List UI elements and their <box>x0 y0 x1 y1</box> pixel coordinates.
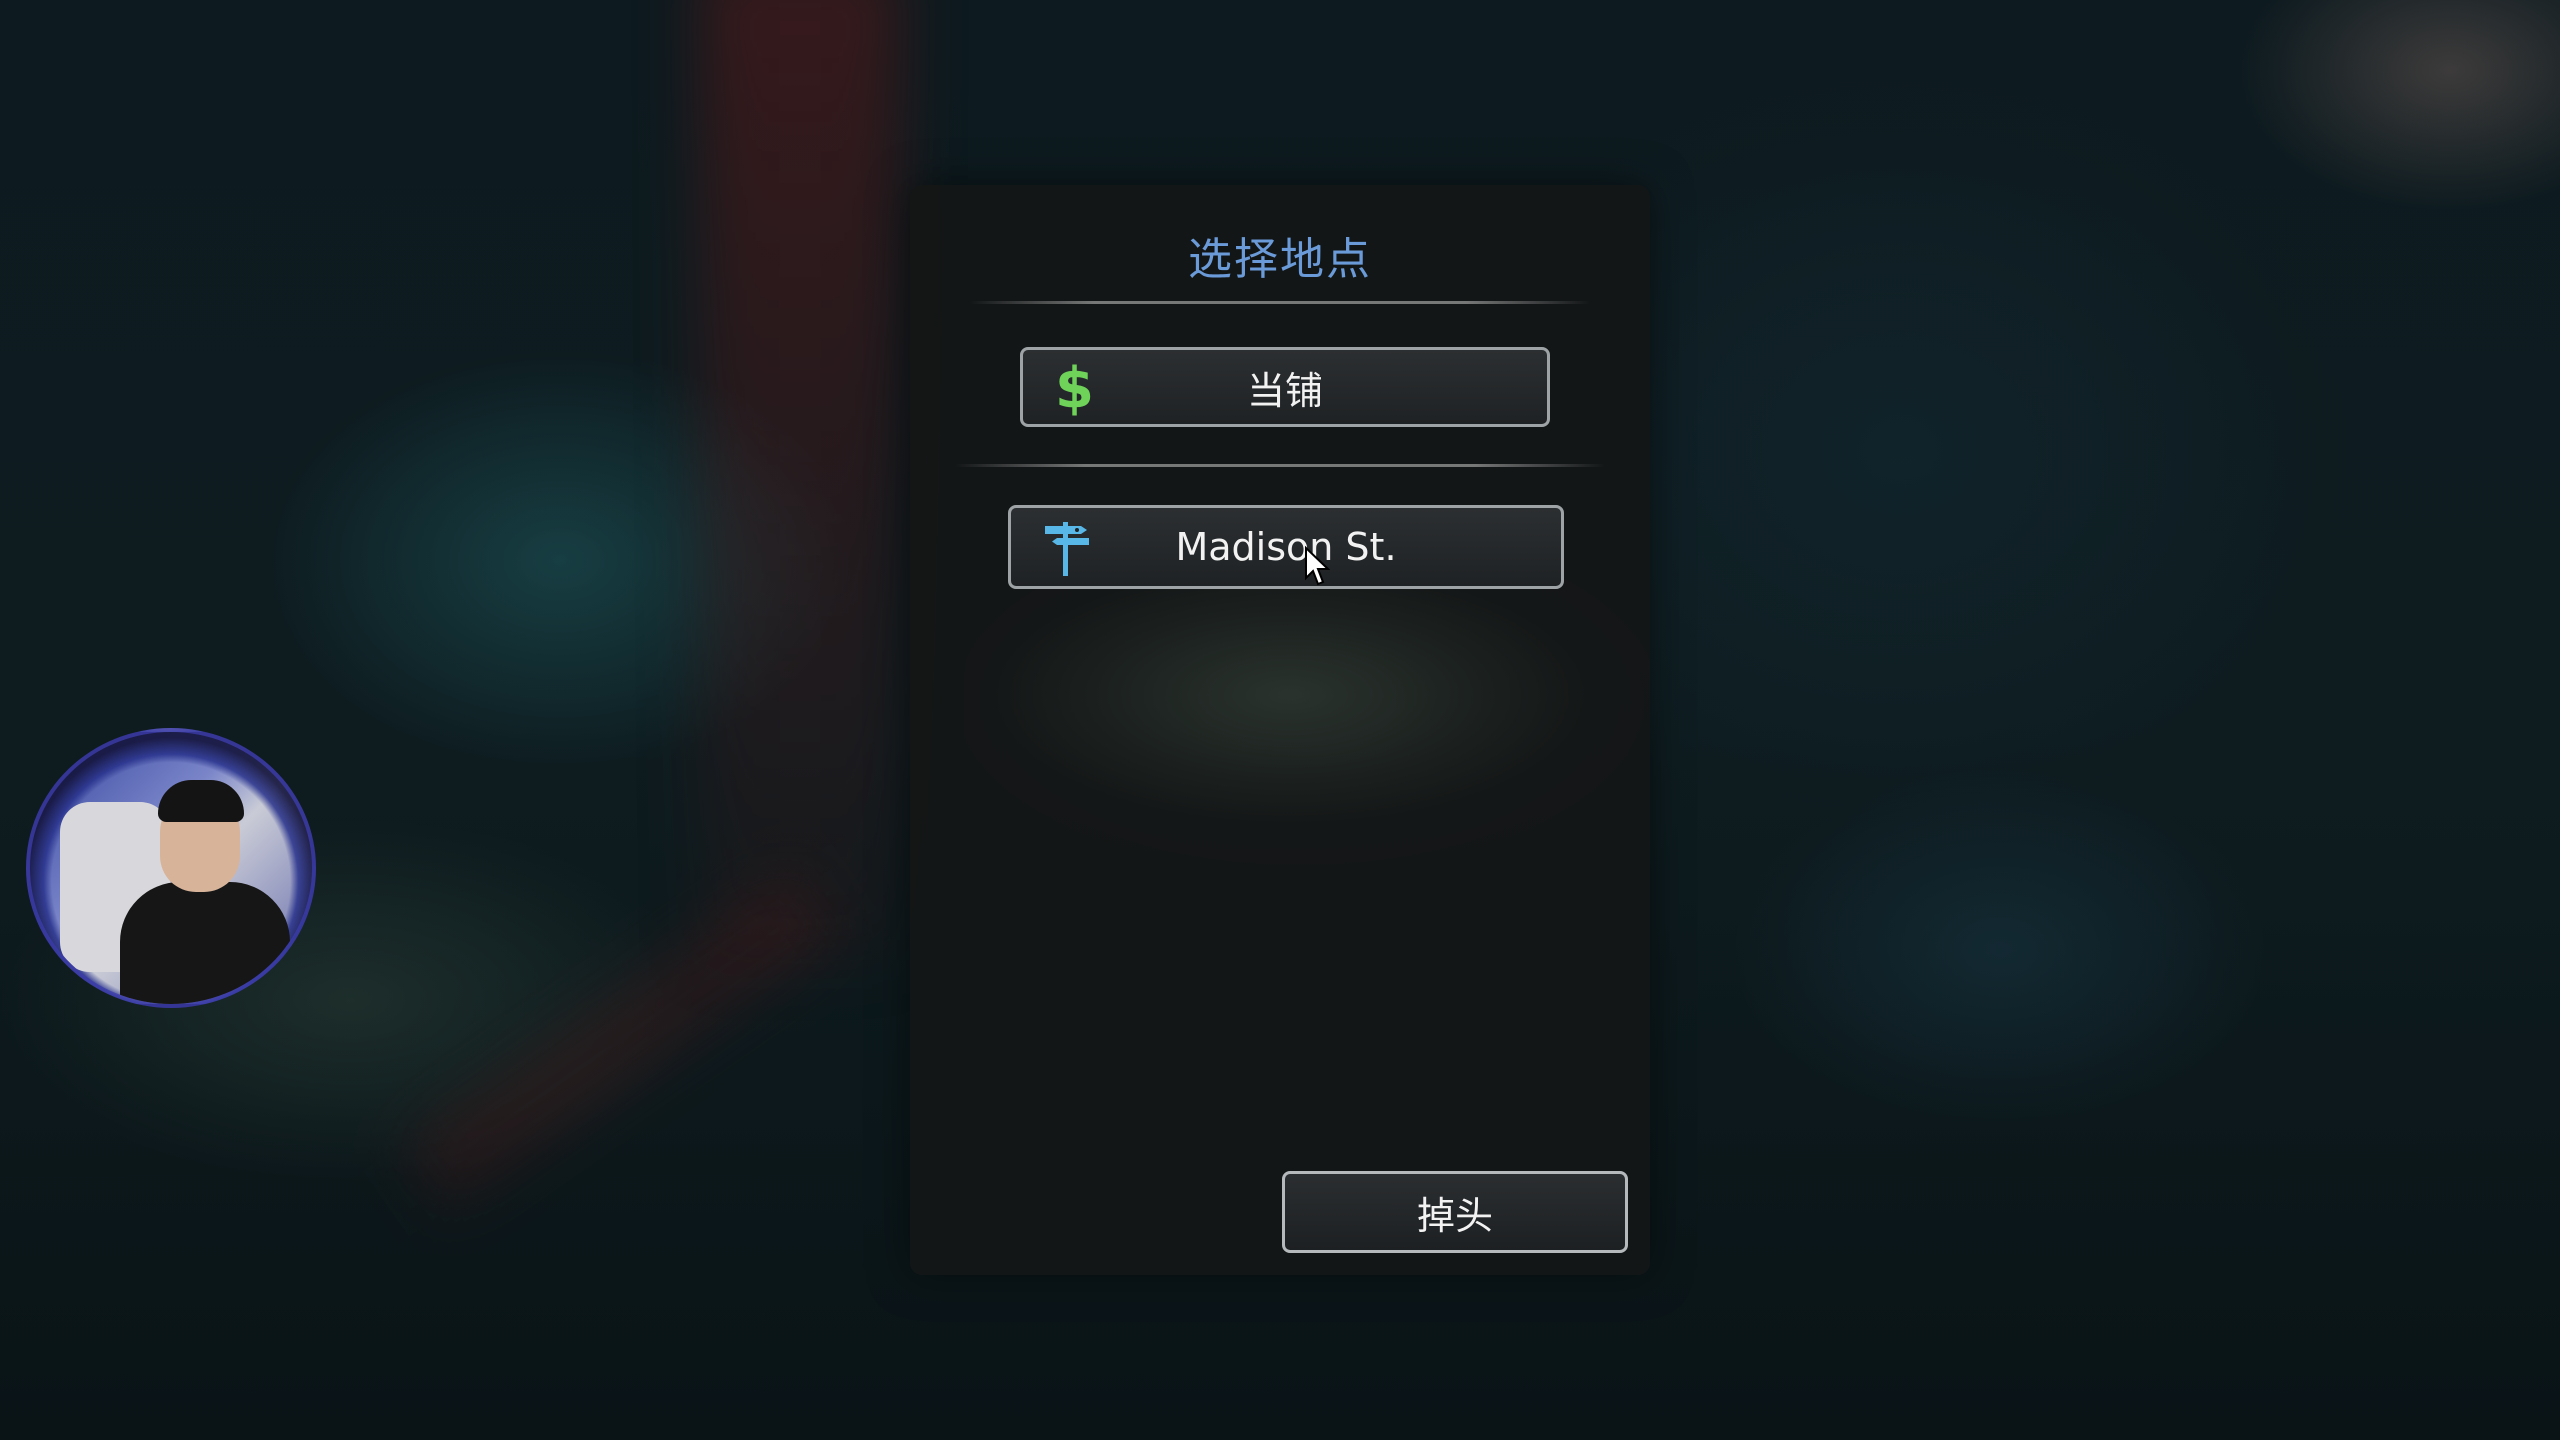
select-location-dialog: 选择地点 $ 当铺 Madison St. 掉头 <box>910 185 1650 1275</box>
game-background: 选择地点 $ 当铺 Madison St. 掉头 <box>0 0 2560 1440</box>
panel-glow <box>990 565 1590 825</box>
section-divider <box>955 464 1605 467</box>
turn-around-button[interactable]: 掉头 <box>1282 1171 1628 1253</box>
title-divider <box>970 301 1590 304</box>
location-label: 当铺 <box>1246 368 1323 413</box>
location-label: Madison St. <box>1175 525 1397 569</box>
webcam-person-hair <box>158 780 244 822</box>
location-button-madison-st[interactable]: Madison St. <box>1008 505 1564 589</box>
background-red-streak <box>700 0 900 960</box>
webcam-person-body <box>120 882 290 1004</box>
dialog-title: 选择地点 <box>1188 234 1372 285</box>
background-red-streak-lower <box>400 869 840 1211</box>
location-button-pawnshop[interactable]: $ 当铺 <box>1020 347 1550 427</box>
mouse-cursor-icon <box>1305 546 1330 586</box>
streamer-webcam-overlay <box>26 728 316 1008</box>
